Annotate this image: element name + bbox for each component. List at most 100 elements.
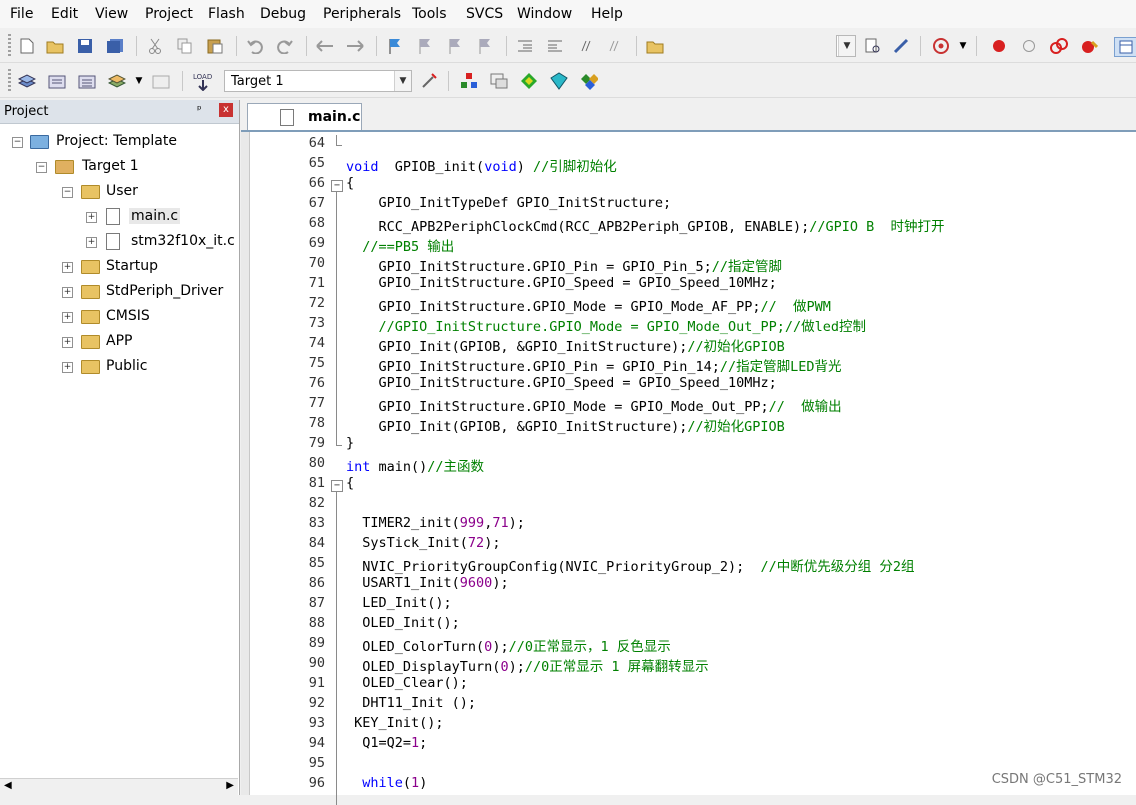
- fold-collapse-icon[interactable]: −: [331, 480, 343, 492]
- bookmark-next-icon[interactable]: [446, 37, 464, 55]
- cut-icon[interactable]: [146, 37, 164, 55]
- target-select[interactable]: Target 1 ▼: [224, 70, 412, 92]
- expand-icon[interactable]: +: [62, 287, 73, 298]
- manage-project-items-icon[interactable]: [460, 72, 478, 90]
- menu-flash[interactable]: Flash: [208, 6, 245, 22]
- code-line[interactable]: //==PB5 输出: [346, 235, 454, 255]
- scroll-right-icon[interactable]: ▶: [226, 780, 234, 791]
- tree-item-main-c[interactable]: + main.c: [0, 206, 236, 228]
- code-line[interactable]: GPIO_Init(GPIOB, &GPIO_InitStructure);//…: [346, 335, 785, 355]
- code-line[interactable]: OLED_Init();: [346, 615, 460, 631]
- code-line[interactable]: RCC_APB2PeriphClockCmd(RCC_APB2Periph_GP…: [346, 215, 945, 235]
- tree-item-stm32f10x-it-c[interactable]: + stm32f10x_it.c: [0, 231, 236, 253]
- select-packs-icon[interactable]: [490, 72, 508, 90]
- menu-view[interactable]: View: [95, 6, 128, 22]
- code-line[interactable]: OLED_Clear();: [346, 675, 468, 691]
- code-line[interactable]: GPIO_InitStructure.GPIO_Mode = GPIO_Mode…: [346, 295, 831, 315]
- code-line[interactable]: GPIO_InitStructure.GPIO_Mode = GPIO_Mode…: [346, 395, 842, 415]
- tree-item-startup[interactable]: + Startup: [0, 256, 236, 278]
- tree-item-public[interactable]: + Public: [0, 356, 236, 378]
- code-line[interactable]: int main()//主函数: [346, 455, 484, 475]
- code-line[interactable]: {: [346, 475, 354, 491]
- manage-rte-icon[interactable]: [520, 72, 538, 90]
- tree-item-target-1[interactable]: − Target 1: [0, 156, 236, 178]
- bookmark-set-icon[interactable]: [386, 37, 404, 55]
- options-for-target-icon[interactable]: [420, 72, 438, 90]
- copy-icon[interactable]: [176, 37, 194, 55]
- uncomment-icon[interactable]: [606, 37, 624, 55]
- bookmark-prev-icon[interactable]: [416, 37, 434, 55]
- collapse-icon[interactable]: −: [12, 137, 23, 148]
- rebuild-icon[interactable]: [78, 72, 96, 90]
- tree-item-project-template[interactable]: − Project: Template: [0, 131, 236, 153]
- paste-icon[interactable]: [206, 37, 224, 55]
- code-line[interactable]: NVIC_PriorityGroupConfig(NVIC_PriorityGr…: [346, 555, 914, 575]
- debug-session-icon[interactable]: [932, 37, 950, 55]
- batch-build-icon[interactable]: [108, 72, 126, 90]
- collapse-icon[interactable]: −: [36, 162, 47, 173]
- expand-icon[interactable]: +: [62, 337, 73, 348]
- fold-collapse-icon[interactable]: −: [331, 180, 343, 192]
- indent-icon[interactable]: [516, 37, 534, 55]
- menu-peripherals[interactable]: Peripherals: [323, 6, 401, 22]
- code-line[interactable]: GPIO_InitStructure.GPIO_Pin = GPIO_Pin_1…: [346, 355, 842, 375]
- find-icon[interactable]: [864, 37, 882, 55]
- breakpoint-enable-icon[interactable]: [1020, 37, 1038, 55]
- code-line[interactable]: GPIO_InitStructure.GPIO_Speed = GPIO_Spe…: [346, 275, 777, 291]
- stop-build-icon[interactable]: [152, 72, 170, 90]
- unindent-icon[interactable]: [546, 37, 564, 55]
- code-line[interactable]: GPIO_InitStructure.GPIO_Pin = GPIO_Pin_5…: [346, 255, 783, 275]
- breakpoint-kill-all-icon[interactable]: [1080, 37, 1098, 55]
- close-icon[interactable]: x: [219, 103, 233, 117]
- menu-debug[interactable]: Debug: [260, 6, 306, 22]
- window-layout-icon[interactable]: [1114, 37, 1136, 57]
- download-load-icon[interactable]: LOAD: [192, 72, 214, 91]
- menu-window[interactable]: Window: [517, 6, 572, 22]
- translate-icon[interactable]: [18, 72, 36, 90]
- chevron-down-icon[interactable]: ▼: [130, 72, 148, 90]
- code-line[interactable]: SysTick_Init(72);: [346, 535, 500, 551]
- chevron-down-icon[interactable]: ▼: [954, 37, 972, 55]
- pin-icon[interactable]: ᵖ: [197, 103, 202, 116]
- tree-item-cmsis[interactable]: + CMSIS: [0, 306, 236, 328]
- find-in-files-icon[interactable]: [646, 37, 664, 55]
- code-line[interactable]: OLED_DisplayTurn(0);//0正常显示 1 屏幕翻转显示: [346, 655, 708, 675]
- code-line[interactable]: TIMER2_init(999,71);: [346, 515, 525, 531]
- expand-icon[interactable]: +: [86, 237, 97, 248]
- new-file-icon[interactable]: [18, 37, 36, 55]
- collapse-icon[interactable]: −: [62, 187, 73, 198]
- redo-icon[interactable]: [276, 37, 294, 55]
- scroll-left-icon[interactable]: ◀: [4, 780, 12, 791]
- toolbar-grip[interactable]: [8, 34, 11, 58]
- code-line[interactable]: LED_Init();: [346, 595, 451, 611]
- code-view[interactable]: 64 65 void GPIOB_init(void) //引脚初始化 66 {67 G…: [251, 132, 1136, 805]
- find-combo[interactable]: ▼: [836, 35, 856, 57]
- tab-main-c[interactable]: main.c: [247, 103, 362, 130]
- comment-icon[interactable]: [576, 37, 594, 55]
- incremental-find-icon[interactable]: [892, 37, 910, 55]
- expand-icon[interactable]: +: [62, 312, 73, 323]
- code-line[interactable]: while(1): [346, 775, 427, 791]
- menu-help[interactable]: Help: [591, 6, 623, 22]
- code-line[interactable]: KEY_Init();: [346, 715, 443, 731]
- editor-margin[interactable]: [241, 132, 250, 795]
- code-line[interactable]: {: [346, 175, 354, 191]
- code-line[interactable]: void GPIOB_init(void) //引脚初始化: [346, 155, 617, 175]
- code-line[interactable]: USART1_Init(9600);: [346, 575, 508, 591]
- save-icon[interactable]: [76, 37, 94, 55]
- code-line[interactable]: OLED_ColorTurn(0);//0正常显示，1 反色显示: [346, 635, 670, 655]
- open-folder-icon[interactable]: [46, 37, 64, 55]
- menu-svcs[interactable]: SVCS: [466, 6, 503, 22]
- menu-edit[interactable]: Edit: [51, 6, 78, 22]
- code-line[interactable]: GPIO_Init(GPIOB, &GPIO_InitStructure);//…: [346, 415, 785, 435]
- build-icon[interactable]: [48, 72, 66, 90]
- breakpoint-insert-icon[interactable]: [990, 37, 1008, 55]
- pack-installer-icon[interactable]: [550, 72, 568, 90]
- code-line[interactable]: //GPIO_InitStructure.GPIO_Mode = GPIO_Mo…: [346, 315, 867, 335]
- horizontal-scrollbar[interactable]: ◀ ▶: [0, 778, 238, 795]
- breakpoint-disable-all-icon[interactable]: [1050, 37, 1068, 55]
- nav-back-icon[interactable]: [316, 37, 334, 55]
- pack-installer-diamonds-icon[interactable]: [580, 72, 598, 90]
- nav-forward-icon[interactable]: [346, 37, 364, 55]
- toolbar-grip[interactable]: [8, 69, 11, 93]
